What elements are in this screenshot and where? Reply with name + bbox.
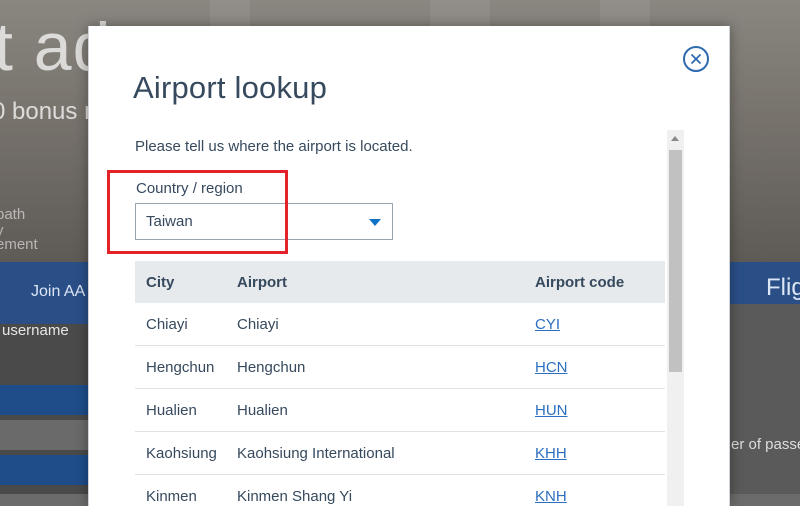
instruction-text: Please tell us where the airport is loca…	[135, 138, 413, 155]
airport-cell: Hengchun	[237, 358, 306, 376]
background-field	[0, 385, 90, 415]
airport-cell: Hualien	[237, 401, 288, 419]
airport-cell: Chiayi	[237, 315, 279, 333]
close-icon	[690, 53, 702, 65]
city-cell: Hengchun	[146, 358, 215, 376]
country-region-label: Country / region	[136, 180, 243, 197]
city-cell: Kinmen	[146, 487, 197, 505]
background-field	[0, 420, 90, 450]
table-header: City Airport Airport code	[135, 261, 665, 303]
airport-cell: Kaohsiung International	[237, 444, 395, 462]
passengers-label: er of passe	[731, 436, 800, 453]
airport-code-link[interactable]: KNH	[535, 488, 567, 505]
hero-small-text: path	[0, 206, 26, 223]
close-button[interactable]	[683, 46, 709, 72]
city-cell: Kaohsiung	[146, 444, 217, 462]
username-label: username	[2, 322, 69, 339]
header-airport: Airport	[237, 273, 287, 291]
join-link[interactable]: Join AA	[31, 283, 85, 301]
flight-heading: Flig	[766, 274, 800, 301]
table-row: Hualien Hualien HUN	[135, 389, 665, 432]
scroll-up-arrow-icon[interactable]	[671, 136, 679, 141]
airport-cell: Kinmen Shang Yi	[237, 487, 353, 505]
dialog-scroll-area[interactable]: Please tell us where the airport is loca…	[89, 130, 729, 506]
hero-small-text: ement	[0, 236, 38, 253]
airport-code-link[interactable]: HCN	[535, 359, 568, 376]
header-airport-code: Airport code	[535, 273, 625, 291]
airport-code-link[interactable]: CYI	[535, 316, 560, 333]
airport-lookup-dialog: Airport lookup Please tell us where the …	[88, 26, 730, 506]
chevron-down-icon	[369, 219, 381, 226]
airport-table: City Airport Airport code Chiayi Chiayi …	[135, 261, 665, 506]
header-city: City	[146, 273, 175, 291]
scrollbar-thumb[interactable]	[669, 150, 682, 372]
table-row: Kinmen Kinmen Shang Yi KNH	[135, 475, 665, 506]
table-row: Chiayi Chiayi CYI	[135, 303, 665, 346]
vertical-scrollbar[interactable]	[667, 130, 684, 506]
country-region-select[interactable]: Taiwan	[135, 203, 393, 240]
city-cell: Chiayi	[146, 315, 188, 333]
dialog-title: Airport lookup	[133, 70, 328, 105]
table-row: Hengchun Hengchun HCN	[135, 346, 665, 389]
airport-code-link[interactable]: KHH	[535, 445, 567, 462]
airport-code-link[interactable]: HUN	[535, 402, 568, 419]
table-row: Kaohsiung Kaohsiung International KHH	[135, 432, 665, 475]
country-region-value: Taiwan	[146, 213, 193, 230]
city-cell: Hualien	[146, 401, 197, 419]
background-right-panel	[728, 304, 800, 494]
background-button	[0, 455, 90, 485]
